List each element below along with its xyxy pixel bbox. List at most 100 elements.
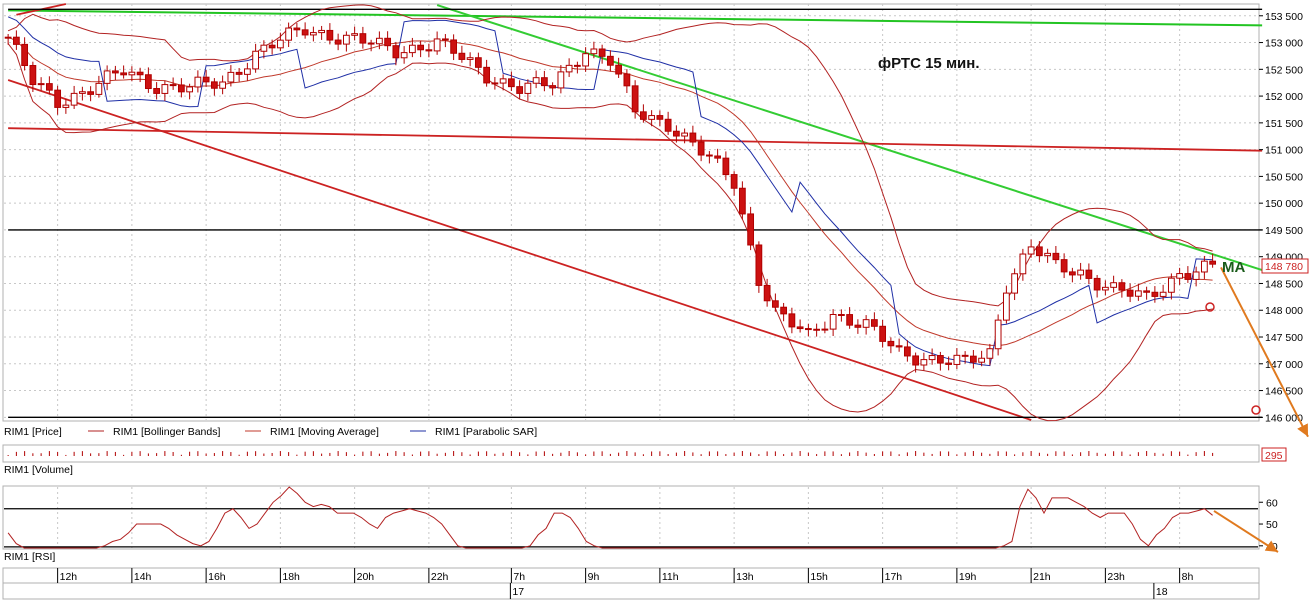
candle-body (1052, 252, 1060, 261)
candle-body (87, 91, 95, 95)
candle-body (870, 319, 878, 327)
time-tick-label: 15h (810, 571, 828, 583)
candle-body (37, 83, 45, 86)
candle-body (714, 155, 722, 159)
candle-body (573, 64, 581, 67)
candle-body (1126, 289, 1134, 297)
candle-body (854, 324, 862, 328)
ma-label: MA (1222, 259, 1245, 276)
time-tick-label: 14h (134, 571, 152, 583)
candle-body (252, 50, 260, 70)
candle-body (813, 328, 821, 331)
candle-body (1019, 253, 1027, 275)
candle-body (648, 115, 656, 120)
time-tick-label: 8h (1182, 571, 1194, 583)
candle-body (417, 44, 425, 51)
price-tick-label: 150 000 (1265, 198, 1303, 210)
candle-body (392, 45, 400, 59)
candle-body (705, 154, 713, 157)
time-tick-label: 23h (1107, 571, 1125, 583)
candle-body (697, 141, 705, 156)
candle-body (1060, 259, 1068, 273)
candle-body (4, 36, 12, 39)
candle-body (227, 71, 235, 83)
candle-body (342, 34, 350, 45)
price-tick-label: 147 500 (1265, 332, 1303, 344)
candle-body (351, 33, 359, 36)
candle-body (549, 85, 557, 89)
time-tick-label: 18h (282, 571, 300, 583)
candle-body (1134, 290, 1142, 297)
candle-body (689, 132, 697, 143)
chart-title: фРТС 15 мин. (878, 55, 980, 72)
price-tick-label: 148 000 (1265, 305, 1303, 317)
candle-body (1085, 269, 1093, 279)
time-tick-label: 22h (431, 571, 449, 583)
candle-body (45, 83, 53, 91)
candle-body (986, 348, 994, 359)
day-tick-label: 18 (1156, 586, 1168, 598)
candle-body (771, 300, 779, 308)
candle-body (1077, 269, 1085, 276)
candle-body (375, 37, 383, 45)
candle-body (169, 84, 177, 87)
candle-body (260, 44, 268, 52)
candle-body (945, 362, 953, 365)
candle-body (103, 70, 111, 84)
time-tick-label: 11h (662, 571, 679, 583)
volume-last-label: 295 (1265, 450, 1283, 462)
price-tick-label: 151 500 (1265, 118, 1303, 130)
candle-body (1200, 260, 1208, 273)
candle-body (837, 314, 845, 317)
time-tick-label: 13h (736, 571, 754, 583)
candle-body (524, 82, 532, 94)
candle-body (210, 81, 218, 89)
candle-body (590, 48, 598, 55)
rsi-panel (2, 485, 1260, 550)
price-tick-label: 152 000 (1265, 91, 1303, 103)
candle-body (730, 174, 738, 189)
candle-body (309, 32, 317, 36)
candle-body (1093, 277, 1101, 291)
candle-body (235, 71, 243, 75)
candle-body (359, 33, 367, 44)
candle-body (681, 132, 689, 137)
candle-body (1184, 273, 1192, 280)
price-tick-label: 153 000 (1265, 38, 1303, 50)
candle-body (408, 44, 416, 54)
candle-body (194, 76, 202, 88)
candle-body (540, 77, 548, 87)
candle-body (1002, 292, 1010, 321)
candle-body (202, 76, 210, 83)
candle-body (747, 213, 755, 246)
candle-body (1151, 291, 1159, 297)
candle-body (1035, 246, 1043, 257)
candle-body (672, 130, 680, 137)
time-tick-label: 21h (1033, 571, 1051, 583)
candle-body (425, 49, 433, 52)
candle-body (1167, 277, 1175, 293)
candle-body (788, 313, 796, 328)
candle-body (334, 39, 342, 45)
price-tick-label: 148 500 (1265, 278, 1303, 290)
candle-body (565, 64, 573, 73)
volume-panel-label: RIM1 [Volume] (4, 464, 73, 476)
candle-body (829, 314, 837, 330)
candle-body (318, 29, 326, 34)
candle-body (70, 92, 78, 106)
candle-body (664, 118, 672, 132)
candle-body (738, 187, 746, 215)
candle-body (879, 325, 887, 342)
candle-body (507, 78, 515, 88)
candle-body (466, 57, 474, 60)
candle-body (62, 104, 70, 108)
candle-body (1011, 273, 1019, 294)
candle-body (111, 70, 119, 74)
legend: RIM1 [Price] RIM1 [Bollinger Bands] RIM1… (4, 426, 537, 438)
candle-body (136, 71, 144, 76)
candle-body (491, 82, 499, 85)
candle-body (598, 48, 606, 57)
legend-bollinger: RIM1 [Bollinger Bands] (113, 426, 220, 438)
candle-body (755, 244, 763, 286)
candle-body (1176, 273, 1184, 279)
